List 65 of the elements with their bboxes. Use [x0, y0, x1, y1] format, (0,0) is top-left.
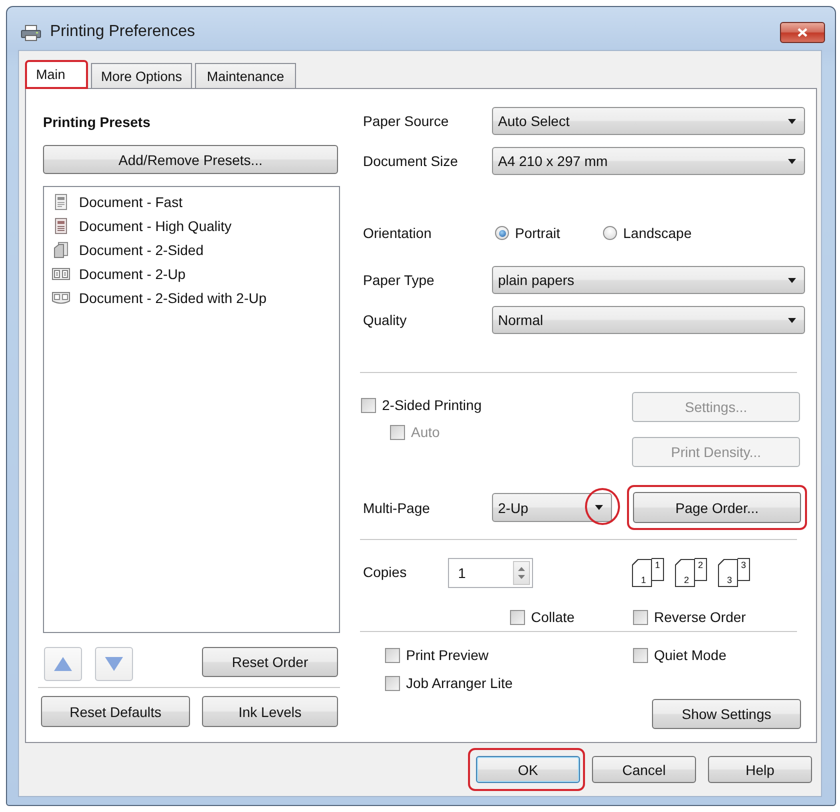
checkbox[interactable]: Quiet Mode — [633, 647, 807, 663]
field-label: Paper Source — [362, 113, 450, 129]
caret-icon — [788, 118, 796, 124]
checkbox[interactable]: Print Preview — [385, 647, 488, 663]
preset-item[interactable]: Document - 2-Up — [50, 262, 333, 286]
checkbox[interactable]: Job Arranger Lite — [385, 675, 513, 691]
field-label: Orientation — [362, 225, 432, 241]
close-button[interactable] — [780, 22, 825, 43]
page-number: 2 — [698, 560, 704, 570]
caret-icon — [788, 318, 796, 322]
dropdown[interactable]: A4 210 x 297 mm — [492, 147, 805, 175]
field-label: Document Size — [362, 153, 459, 169]
page-number: 3 — [727, 574, 732, 584]
preset-item[interactable]: Document - 2-Sided — [50, 238, 333, 262]
printer-icon — [21, 25, 41, 41]
tab[interactable]: More Options — [91, 63, 192, 88]
radio-option[interactable]: Portrait — [495, 225, 560, 241]
page-lines-icon — [52, 217, 70, 235]
checkbox[interactable]: Collate — [510, 609, 575, 625]
two-pages-icon — [52, 265, 70, 283]
section-title: Printing Presets — [43, 113, 152, 131]
dropdown[interactable]: Normal — [492, 306, 805, 334]
tab[interactable]: Maintenance — [195, 63, 296, 88]
add-remove-presets-button[interactable]: Add/Remove Presets... — [43, 145, 338, 174]
move-up-button[interactable] — [44, 647, 82, 681]
field-label: Copies — [362, 564, 408, 580]
radio-option[interactable]: Landscape — [603, 225, 692, 241]
preset-item[interactable]: Document - High Quality — [50, 214, 333, 238]
caret-icon — [595, 505, 603, 510]
reset-order-button[interactable]: Reset Order — [202, 647, 338, 677]
page-number: 2 — [684, 574, 690, 584]
show-settings-button[interactable]: Show Settings — [652, 699, 801, 729]
caret-icon — [788, 158, 796, 164]
checkbox[interactable]: Reverse Order — [633, 609, 807, 625]
close-icon — [797, 28, 808, 37]
caret-icon — [788, 278, 796, 282]
dialog-button[interactable]: Help — [708, 756, 812, 783]
page-lines-icon — [52, 193, 70, 211]
move-down-button[interactable] — [95, 647, 133, 681]
field-label: Multi-Page — [362, 500, 431, 516]
tab[interactable]: Main — [25, 60, 88, 89]
page-number: 3 — [741, 560, 746, 570]
stacked-pages-icon — [52, 241, 70, 259]
spin-buttons[interactable] — [513, 561, 530, 585]
checkbox[interactable]: 2-Sided Printing — [361, 397, 482, 413]
page-number: 1 — [641, 574, 646, 584]
up-triangle-icon — [54, 657, 72, 671]
preset-item[interactable]: Document - 2-Sided with 2-Up — [50, 286, 333, 310]
dropdown[interactable]: 2-Up — [492, 493, 612, 522]
page-order-button[interactable]: Page Order... — [633, 492, 801, 523]
down-arrow-icon — [518, 575, 525, 579]
field-label: Paper Type — [362, 272, 436, 288]
up-arrow-icon — [518, 567, 525, 571]
dropdown[interactable]: Auto Select — [492, 107, 805, 135]
dialog-button[interactable]: OK — [476, 756, 580, 783]
page-number: 1 — [655, 560, 660, 570]
dialog-button[interactable]: Cancel — [592, 756, 696, 783]
copies-field[interactable]: 1 — [448, 558, 533, 588]
down-triangle-icon — [105, 657, 123, 671]
ink-levels-button[interactable]: Ink Levels — [202, 696, 338, 727]
window-title: Printing Preferences — [50, 23, 196, 41]
preset-item[interactable]: Document - Fast — [50, 190, 333, 214]
field-label: Quality — [362, 312, 408, 328]
reset-defaults-button[interactable]: Reset Defaults — [41, 696, 190, 727]
dropdown[interactable]: plain papers — [492, 266, 805, 294]
